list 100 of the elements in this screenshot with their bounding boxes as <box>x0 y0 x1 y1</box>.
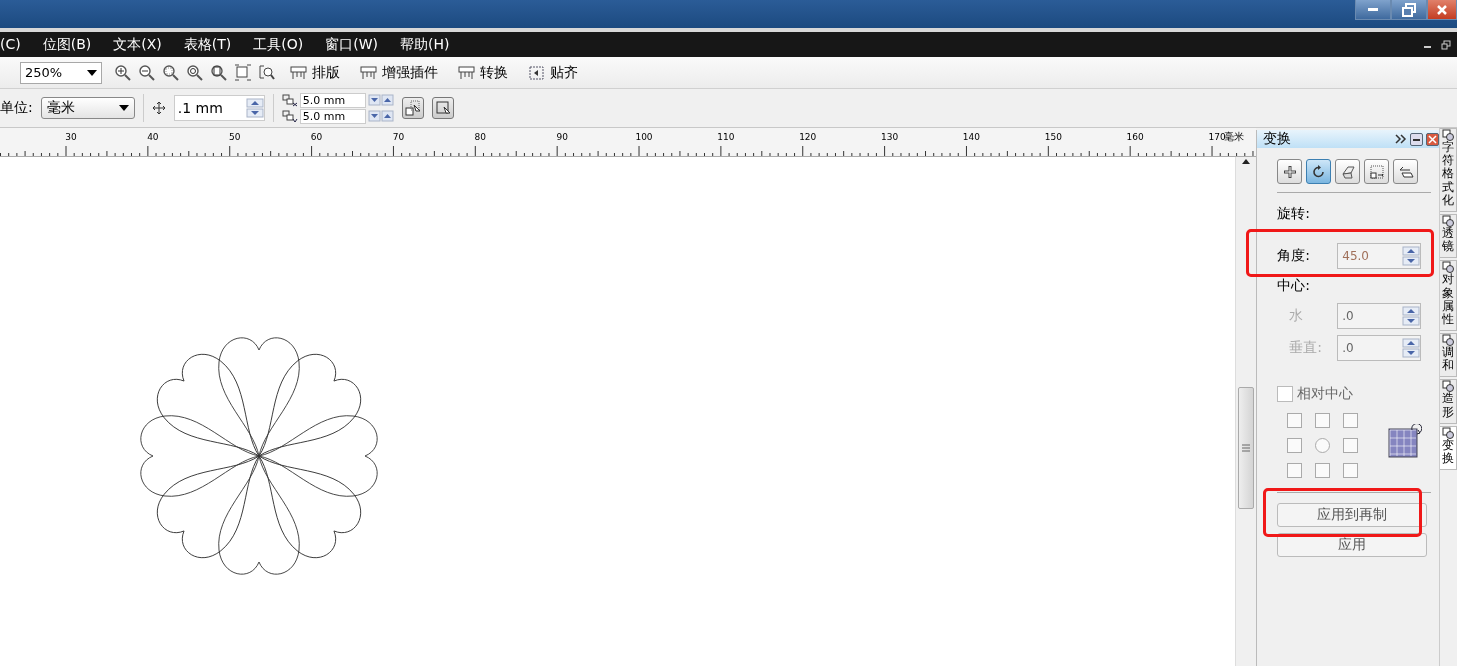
restore-button[interactable] <box>1391 0 1427 20</box>
spinner-icon[interactable] <box>367 110 394 122</box>
duplicate-offset-icon <box>281 109 298 123</box>
docker-tab[interactable]: 透镜 <box>1440 213 1457 259</box>
plugin-icon <box>290 63 308 82</box>
close-icon <box>1428 134 1437 144</box>
rotate-icon <box>1310 163 1327 180</box>
spinner-icon[interactable] <box>367 94 394 106</box>
toolbar-button[interactable]: 排版 <box>290 63 340 82</box>
minimize-icon <box>1368 8 1378 11</box>
toolbar-button[interactable]: 增强插件 <box>360 63 438 82</box>
spinner-icon[interactable] <box>1402 246 1421 266</box>
menu-item[interactable]: 工具(O) <box>253 35 304 54</box>
ruler-label: 160 <box>1126 132 1144 142</box>
ruler-label: 60 <box>310 132 323 142</box>
unit-dropdown[interactable]: 毫米 <box>40 97 135 119</box>
nudge-field[interactable]: .1 mm <box>173 95 265 121</box>
menu-item[interactable]: 窗口(W) <box>325 35 378 54</box>
zoom-height-icon[interactable] <box>258 63 276 82</box>
plugin-icon <box>458 63 476 82</box>
transform-mode-button[interactable] <box>1306 159 1332 184</box>
tab-icon <box>1442 426 1454 439</box>
resize-icon <box>1368 163 1385 180</box>
plugin-icon <box>360 63 378 82</box>
zoom-out-icon[interactable] <box>138 63 156 82</box>
section-label: 中心: <box>1277 277 1311 295</box>
scrollbar-thumb[interactable] <box>1238 387 1255 509</box>
ruler-label: 140 <box>962 132 981 142</box>
close-icon <box>1435 2 1449 17</box>
apply-button[interactable]: 应用 <box>1277 533 1428 557</box>
docker-tab[interactable]: 字符格式化 <box>1440 128 1457 212</box>
menu-item[interactable]: 文本(X) <box>113 35 162 54</box>
toolbar-button[interactable]: 贴齐 <box>528 63 578 82</box>
menu-item[interactable]: 表格(T) <box>183 35 232 54</box>
ruler-unit: 毫米 <box>1224 130 1245 144</box>
section-label: 旋转: <box>1277 205 1311 223</box>
docker-tab[interactable]: 调和 <box>1440 333 1457 378</box>
draw-bounding-box-icon <box>434 100 451 116</box>
ruler-label: 110 <box>717 132 735 142</box>
zoom-dropdown[interactable]: 250% <box>20 61 102 84</box>
zoom-selected-icon[interactable] <box>162 63 180 82</box>
toggle-button[interactable] <box>431 97 454 119</box>
ruler-label: 170 <box>1208 132 1226 142</box>
zoom-width-icon[interactable] <box>234 63 252 82</box>
zoom-all-icon[interactable] <box>186 63 204 82</box>
grid-icon <box>528 63 546 82</box>
tab-icon <box>1442 380 1454 393</box>
zoom-in-icon[interactable] <box>114 63 132 82</box>
toolbar-button[interactable]: 转换 <box>458 63 508 82</box>
docker-tab[interactable]: 对象属性 <box>1440 260 1457 332</box>
field-label: 垂直: <box>1288 339 1323 357</box>
ruler-label: 50 <box>229 132 241 142</box>
ruler-label: 80 <box>474 132 486 142</box>
restore-icon[interactable] <box>1441 39 1451 50</box>
docker-tab[interactable]: 变换 <box>1440 425 1457 471</box>
menu-item[interactable]: 位图(B) <box>42 35 92 54</box>
checkbox-label: 相对中心 <box>1297 385 1354 403</box>
ruler-label: 30 <box>65 132 77 142</box>
tab-icon <box>1442 129 1454 141</box>
ruler-label: 40 <box>147 132 159 142</box>
docker-title: 变换 <box>1263 130 1293 148</box>
checkbox[interactable] <box>1277 386 1294 402</box>
ruler-label: 150 <box>1044 132 1062 142</box>
angle-field[interactable]: 45.0 <box>1337 243 1422 269</box>
close-button[interactable] <box>1427 0 1457 20</box>
grid-rotate-icon <box>1388 423 1423 458</box>
apply-to-duplicate-button[interactable]: 应用到再制 <box>1277 503 1428 527</box>
toggle-button[interactable] <box>401 97 424 119</box>
tab-icon <box>1442 334 1454 347</box>
ruler-label: 130 <box>881 132 899 142</box>
treat-as-filled-icon <box>404 100 421 116</box>
mirror-icon <box>1339 163 1356 180</box>
docker-tab[interactable]: 造形 <box>1440 379 1457 424</box>
tab-icon <box>1442 214 1454 227</box>
ruler-label: 90 <box>556 132 568 142</box>
dropdown-caret-icon <box>87 69 97 76</box>
duplicate-offset-icon <box>281 93 298 107</box>
spinner-icon[interactable] <box>245 98 264 118</box>
ruler-label: 120 <box>799 132 817 142</box>
close-button[interactable] <box>1426 132 1439 146</box>
menu-item[interactable]: 帮助(H) <box>399 35 450 54</box>
duplicate-y-field[interactable]: 5.0 mm <box>299 108 366 124</box>
ruler-label: 100 <box>635 132 653 142</box>
grip-icon <box>1242 444 1251 452</box>
duplicate-x-field[interactable]: 5.0 mm <box>299 92 366 108</box>
tab-icon <box>1442 261 1454 274</box>
field-label: 水 <box>1288 307 1305 325</box>
restore-icon <box>1402 2 1416 17</box>
menu-item[interactable]: (C) <box>0 35 21 54</box>
minimize-button[interactable] <box>1410 132 1423 146</box>
nudge-icon <box>151 101 166 115</box>
move-icon <box>1281 163 1298 180</box>
dropdown-caret-icon <box>118 105 129 111</box>
minimize-button[interactable] <box>1355 0 1391 20</box>
ruler-label: 70 <box>392 132 405 142</box>
field-label: 角度: <box>1277 247 1311 265</box>
unit-label: 单位: <box>0 99 33 117</box>
zoom-page-icon[interactable] <box>210 63 228 82</box>
transform-mode-button[interactable] <box>1335 159 1361 184</box>
expand-icon[interactable] <box>1395 134 1407 144</box>
